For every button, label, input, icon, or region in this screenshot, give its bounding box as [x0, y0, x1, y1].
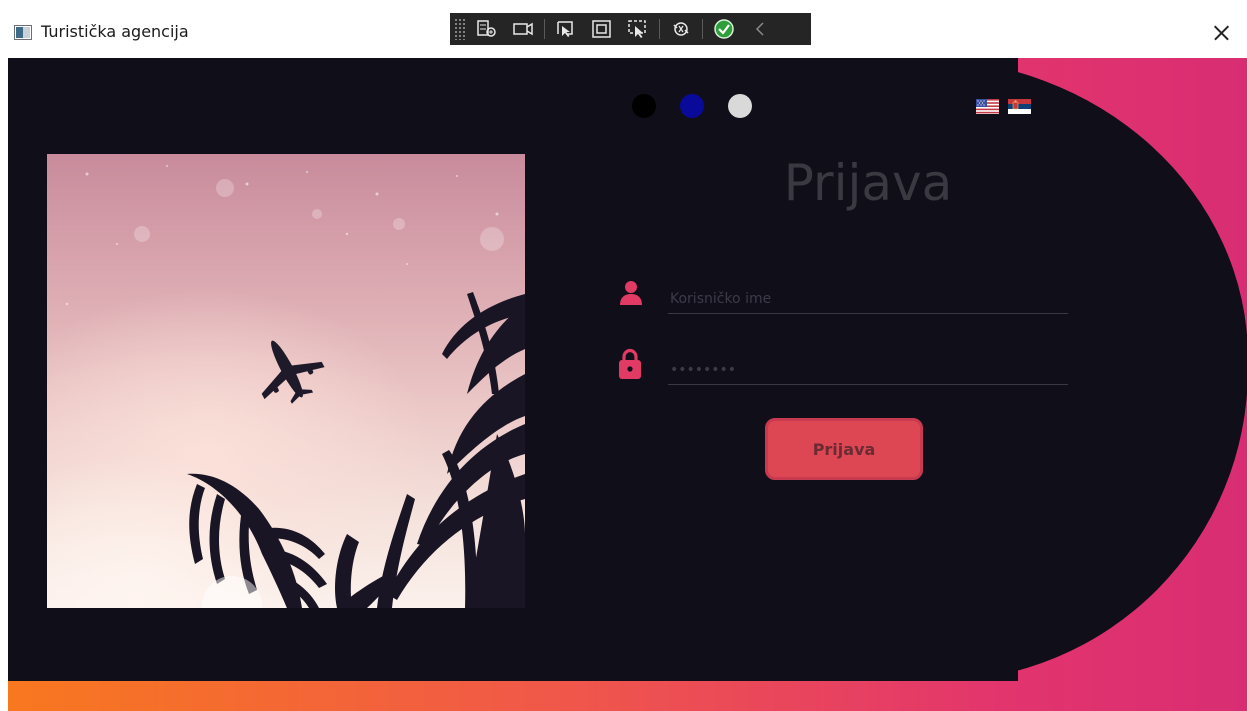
toolbar-separator: [544, 19, 545, 39]
toolbar-separator: [702, 19, 703, 39]
collapse-icon[interactable]: [745, 16, 775, 42]
theme-white-button[interactable]: [728, 94, 752, 118]
theme-black-button[interactable]: [632, 94, 656, 118]
palm-tree-icon: [335, 292, 525, 608]
rs-flag-icon[interactable]: [1008, 99, 1031, 114]
page-title: Prijava: [783, 154, 953, 212]
app-background: Prijava Prijava: [8, 58, 1247, 711]
hot-reload-icon[interactable]: [666, 16, 696, 42]
toolbar-grip-icon[interactable]: [454, 18, 466, 40]
username-input[interactable]: [668, 284, 1068, 314]
login-button[interactable]: Prijava: [765, 418, 923, 480]
window-title: Turistička agencija: [41, 22, 189, 41]
us-flag-icon[interactable]: [976, 99, 999, 114]
record-icon[interactable]: [508, 16, 538, 42]
binding-ok-icon[interactable]: [709, 16, 739, 42]
select-element-icon[interactable]: [551, 16, 581, 42]
travel-photo: [47, 154, 525, 608]
title-bar: Turistička agencija: [0, 0, 1247, 58]
toolbar-separator: [659, 19, 660, 39]
theme-blue-button[interactable]: [680, 94, 704, 118]
live-visual-tree-icon[interactable]: [472, 16, 502, 42]
password-input[interactable]: [668, 355, 1068, 385]
lock-icon: [618, 348, 642, 384]
airplane-icon: [261, 340, 325, 404]
debug-toolbar: [450, 13, 811, 45]
app-icon: [14, 25, 32, 40]
track-focused-element-icon[interactable]: [623, 16, 653, 42]
close-button[interactable]: [1204, 16, 1238, 50]
user-icon: [618, 280, 644, 310]
display-layout-adorners-icon[interactable]: [587, 16, 617, 42]
airplane-palms-illustration: [65, 165, 525, 608]
